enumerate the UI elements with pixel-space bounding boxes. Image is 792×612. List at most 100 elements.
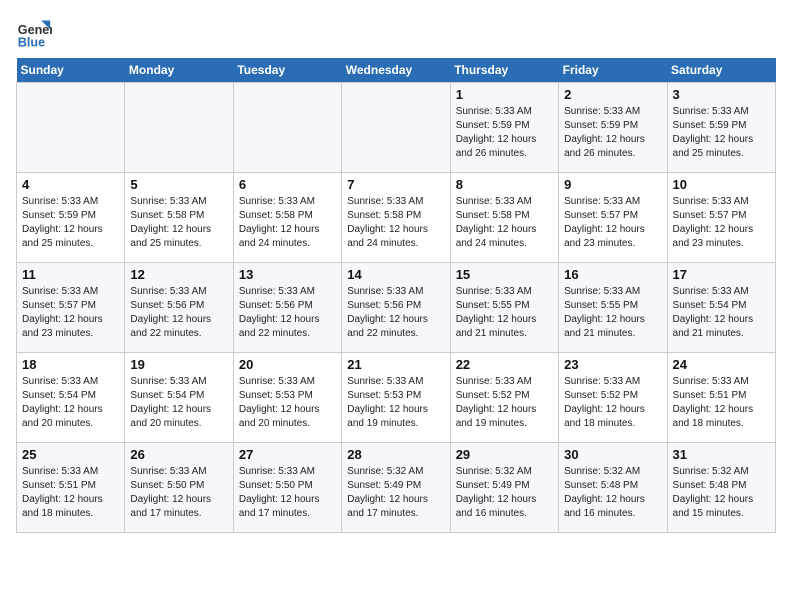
day-number: 1 [456, 87, 553, 102]
day-info: Sunrise: 5:33 AM Sunset: 5:52 PM Dayligh… [564, 375, 661, 431]
calendar-cell: 20 Sunrise: 5:33 AM Sunset: 5:53 PM Dayli… [233, 353, 341, 443]
calendar-cell: 22 Sunrise: 5:33 AM Sunset: 5:52 PM Dayli… [450, 353, 558, 443]
day-info: Sunrise: 5:33 AM Sunset: 5:54 PM Dayligh… [130, 375, 227, 431]
day-info: Sunrise: 5:33 AM Sunset: 5:53 PM Dayligh… [347, 375, 444, 431]
weekday-header-tuesday: Tuesday [233, 58, 341, 83]
day-number: 28 [347, 447, 444, 462]
day-number: 22 [456, 357, 553, 372]
day-info: Sunrise: 5:33 AM Sunset: 5:50 PM Dayligh… [130, 465, 227, 521]
day-number: 15 [456, 267, 553, 282]
day-number: 17 [673, 267, 770, 282]
day-info: Sunrise: 5:33 AM Sunset: 5:54 PM Dayligh… [673, 285, 770, 341]
day-number: 31 [673, 447, 770, 462]
day-info: Sunrise: 5:33 AM Sunset: 5:55 PM Dayligh… [456, 285, 553, 341]
day-info: Sunrise: 5:33 AM Sunset: 5:59 PM Dayligh… [564, 105, 661, 161]
weekday-header-sunday: Sunday [17, 58, 125, 83]
weekday-header-thursday: Thursday [450, 58, 558, 83]
page-header: General Blue [16, 16, 776, 52]
day-number: 2 [564, 87, 661, 102]
calendar-cell: 5Sunrise: 5:33 AM Sunset: 5:58 PM Daylig… [125, 173, 233, 263]
calendar-cell: 15 Sunrise: 5:33 AM Sunset: 5:55 PM Dayli… [450, 263, 558, 353]
day-info: Sunrise: 5:33 AM Sunset: 5:57 PM Dayligh… [22, 285, 119, 341]
calendar-cell: 1 Sunrise: 5:33 AM Sunset: 5:59 PM Daylig… [450, 83, 558, 173]
day-number: 12 [130, 267, 227, 282]
day-info: Sunrise: 5:33 AM Sunset: 5:56 PM Dayligh… [239, 285, 336, 341]
day-number: 27 [239, 447, 336, 462]
calendar-cell [342, 83, 450, 173]
weekday-header-friday: Friday [559, 58, 667, 83]
day-info: Sunrise: 5:33 AM Sunset: 5:56 PM Dayligh… [347, 285, 444, 341]
day-number: 16 [564, 267, 661, 282]
day-info: Sunrise: 5:33 AM Sunset: 5:51 PM Dayligh… [673, 375, 770, 431]
day-info: Sunrise: 5:32 AM Sunset: 5:49 PM Dayligh… [347, 465, 444, 521]
day-number: 6 [239, 177, 336, 192]
calendar-cell: 3 Sunrise: 5:33 AM Sunset: 5:59 PM Daylig… [667, 83, 775, 173]
calendar-cell: 12 Sunrise: 5:33 AM Sunset: 5:56 PM Dayli… [125, 263, 233, 353]
calendar-cell: 8 Sunrise: 5:33 AM Sunset: 5:58 PM Daylig… [450, 173, 558, 263]
day-info: Sunrise: 5:33 AM Sunset: 5:54 PM Dayligh… [22, 375, 119, 431]
weekday-header-wednesday: Wednesday [342, 58, 450, 83]
day-info: Sunrise: 5:33 AM Sunset: 5:57 PM Dayligh… [564, 195, 661, 251]
day-number: 26 [130, 447, 227, 462]
calendar-cell: 28 Sunrise: 5:32 AM Sunset: 5:49 PM Dayli… [342, 443, 450, 533]
calendar-cell: 26 Sunrise: 5:33 AM Sunset: 5:50 PM Dayli… [125, 443, 233, 533]
day-number: 9 [564, 177, 661, 192]
calendar-cell: 21Sunrise: 5:33 AM Sunset: 5:53 PM Dayli… [342, 353, 450, 443]
calendar-cell [233, 83, 341, 173]
day-info: Sunrise: 5:33 AM Sunset: 5:55 PM Dayligh… [564, 285, 661, 341]
calendar-cell: 14 Sunrise: 5:33 AM Sunset: 5:56 PM Dayli… [342, 263, 450, 353]
day-number: 25 [22, 447, 119, 462]
day-number: 10 [673, 177, 770, 192]
calendar-cell: 17 Sunrise: 5:33 AM Sunset: 5:54 PM Dayli… [667, 263, 775, 353]
day-number: 20 [239, 357, 336, 372]
day-info: Sunrise: 5:32 AM Sunset: 5:49 PM Dayligh… [456, 465, 553, 521]
calendar-cell: 30 Sunrise: 5:32 AM Sunset: 5:48 PM Dayli… [559, 443, 667, 533]
calendar-cell: 24 Sunrise: 5:33 AM Sunset: 5:51 PM Dayli… [667, 353, 775, 443]
calendar-table: SundayMondayTuesdayWednesdayThursdayFrid… [16, 58, 776, 533]
logo: General Blue [16, 16, 56, 52]
calendar-cell: 23 Sunrise: 5:33 AM Sunset: 5:52 PM Dayli… [559, 353, 667, 443]
calendar-cell [17, 83, 125, 173]
calendar-cell: 6 Sunrise: 5:33 AM Sunset: 5:58 PM Daylig… [233, 173, 341, 263]
day-number: 11 [22, 267, 119, 282]
day-number: 3 [673, 87, 770, 102]
day-number: 23 [564, 357, 661, 372]
day-info: Sunrise: 5:33 AM Sunset: 5:59 PM Dayligh… [456, 105, 553, 161]
day-info: Sunrise: 5:33 AM Sunset: 5:50 PM Dayligh… [239, 465, 336, 521]
calendar-cell: 11 Sunrise: 5:33 AM Sunset: 5:57 PM Dayli… [17, 263, 125, 353]
day-info: Sunrise: 5:33 AM Sunset: 5:58 PM Dayligh… [456, 195, 553, 251]
calendar-cell: 4 Sunrise: 5:33 AM Sunset: 5:59 PM Daylig… [17, 173, 125, 263]
day-number: 8 [456, 177, 553, 192]
calendar-cell: 29Sunrise: 5:32 AM Sunset: 5:49 PM Dayli… [450, 443, 558, 533]
calendar-cell: 9 Sunrise: 5:33 AM Sunset: 5:57 PM Daylig… [559, 173, 667, 263]
calendar-cell: 7 Sunrise: 5:33 AM Sunset: 5:58 PM Daylig… [342, 173, 450, 263]
day-info: Sunrise: 5:32 AM Sunset: 5:48 PM Dayligh… [564, 465, 661, 521]
day-number: 13 [239, 267, 336, 282]
svg-text:Blue: Blue [18, 36, 45, 50]
day-number: 7 [347, 177, 444, 192]
calendar-cell: 25 Sunrise: 5:33 AM Sunset: 5:51 PM Dayli… [17, 443, 125, 533]
day-number: 4 [22, 177, 119, 192]
calendar-cell [125, 83, 233, 173]
calendar-cell: 27 Sunrise: 5:33 AM Sunset: 5:50 PM Dayli… [233, 443, 341, 533]
day-number: 14 [347, 267, 444, 282]
day-info: Sunrise: 5:33 AM Sunset: 5:52 PM Dayligh… [456, 375, 553, 431]
day-number: 19 [130, 357, 227, 372]
calendar-cell: 13 Sunrise: 5:33 AM Sunset: 5:56 PM Dayli… [233, 263, 341, 353]
day-info: Sunrise: 5:33 AM Sunset: 5:58 PM Dayligh… [130, 195, 227, 251]
calendar-cell: 31Sunrise: 5:32 AM Sunset: 5:48 PM Dayli… [667, 443, 775, 533]
day-number: 18 [22, 357, 119, 372]
day-info: Sunrise: 5:33 AM Sunset: 5:51 PM Dayligh… [22, 465, 119, 521]
day-info: Sunrise: 5:33 AM Sunset: 5:57 PM Dayligh… [673, 195, 770, 251]
weekday-header-saturday: Saturday [667, 58, 775, 83]
calendar-cell: 2 Sunrise: 5:33 AM Sunset: 5:59 PM Daylig… [559, 83, 667, 173]
day-info: Sunrise: 5:33 AM Sunset: 5:59 PM Dayligh… [673, 105, 770, 161]
day-number: 24 [673, 357, 770, 372]
day-info: Sunrise: 5:33 AM Sunset: 5:59 PM Dayligh… [22, 195, 119, 251]
calendar-header: SundayMondayTuesdayWednesdayThursdayFrid… [17, 58, 776, 83]
day-info: Sunrise: 5:33 AM Sunset: 5:58 PM Dayligh… [347, 195, 444, 251]
day-info: Sunrise: 5:33 AM Sunset: 5:58 PM Dayligh… [239, 195, 336, 251]
day-info: Sunrise: 5:33 AM Sunset: 5:56 PM Dayligh… [130, 285, 227, 341]
day-info: Sunrise: 5:33 AM Sunset: 5:53 PM Dayligh… [239, 375, 336, 431]
day-number: 30 [564, 447, 661, 462]
